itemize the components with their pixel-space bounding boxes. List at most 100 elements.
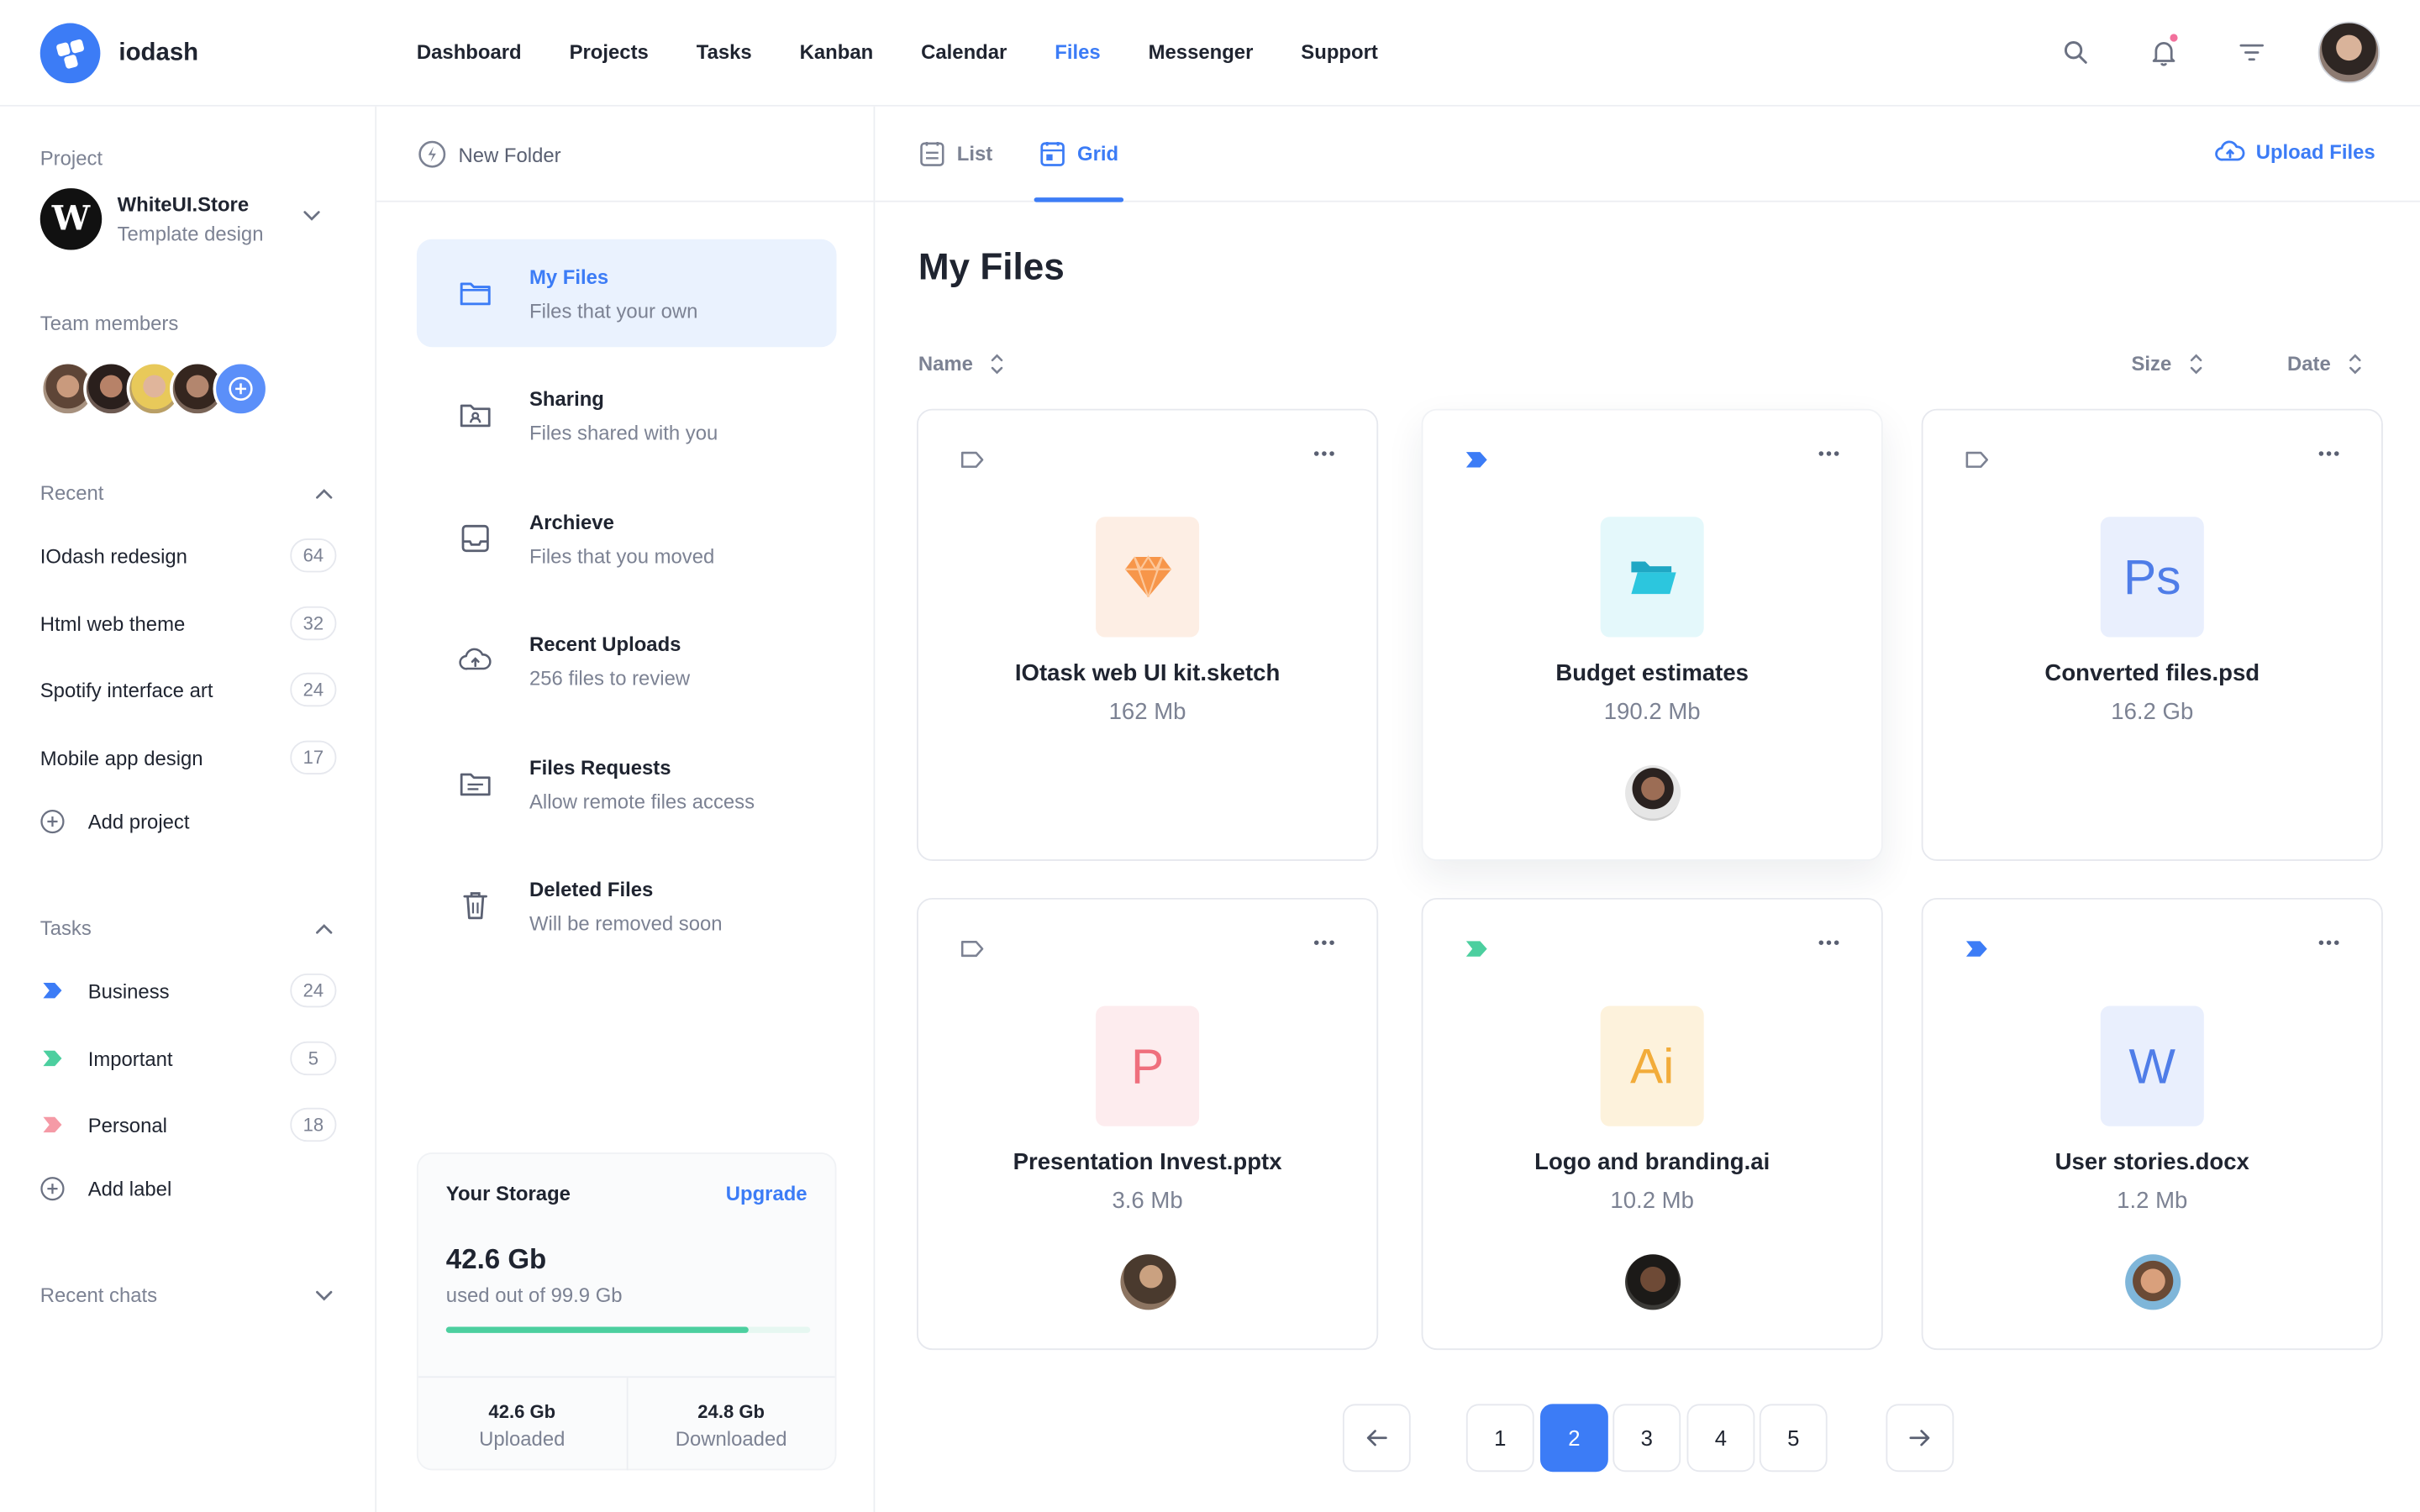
nav-tasks[interactable]: Tasks xyxy=(697,40,752,64)
folders-panel: New Folder My Files Files that your own S… xyxy=(376,106,876,1512)
label-tag-icon[interactable] xyxy=(1965,940,1989,958)
file-card[interactable]: P Presentation Invest.pptx 3.6 Mb xyxy=(916,897,1379,1351)
add-member-button[interactable] xyxy=(213,360,269,417)
more-options-icon[interactable] xyxy=(2318,940,2340,946)
owner-avatar[interactable] xyxy=(2125,1254,2181,1310)
recent-chats-label: Recent chats xyxy=(39,1284,158,1307)
file-card[interactable]: Budget estimates 190.2 Mb xyxy=(1421,408,1883,861)
more-options-icon[interactable] xyxy=(1313,450,1335,456)
recent-label: Recent xyxy=(39,481,104,505)
project-selector[interactable]: W WhiteUI.Store Template design xyxy=(39,188,334,250)
tab-grid[interactable]: Grid xyxy=(1040,140,1118,166)
project-name: WhiteUI.Store xyxy=(117,192,250,217)
nav-dashboard[interactable]: Dashboard xyxy=(417,40,522,64)
page-button[interactable]: 4 xyxy=(1686,1404,1755,1473)
recent-item[interactable]: Spotify interface art 24 xyxy=(39,672,337,707)
label-tag-icon[interactable] xyxy=(1965,450,1989,469)
page-button[interactable]: 1 xyxy=(1465,1404,1534,1473)
owner-avatar[interactable] xyxy=(1625,1254,1681,1310)
label-tag-icon[interactable] xyxy=(1465,450,1489,469)
task-item-important[interactable]: Important 5 xyxy=(40,1041,337,1076)
folder-deleted-files[interactable]: Deleted Files Will be removed soon xyxy=(417,852,837,960)
chevron-down-icon[interactable] xyxy=(302,210,321,223)
logo[interactable]: iodash xyxy=(39,23,199,84)
file-card[interactable]: Ai Logo and branding.ai 10.2 Mb xyxy=(1421,897,1883,1351)
filter-icon[interactable] xyxy=(2235,35,2269,69)
project-label: Project xyxy=(39,146,103,171)
recent-item[interactable]: IOdash redesign 64 xyxy=(40,538,337,573)
nav-messenger[interactable]: Messenger xyxy=(1149,40,1254,64)
label-tag-icon xyxy=(43,1050,62,1067)
folder-recent-uploads[interactable]: Recent Uploads 256 files to review xyxy=(417,606,837,715)
owner-avatar[interactable] xyxy=(1625,765,1681,822)
nav-support[interactable]: Support xyxy=(1301,40,1378,64)
recent-item[interactable]: Html web theme 32 xyxy=(40,606,337,641)
recent-chats-header[interactable]: Recent chats xyxy=(40,1284,334,1307)
search-icon[interactable] xyxy=(2059,35,2092,69)
top-bar: iodash Dashboard Projects Tasks Kanban C… xyxy=(0,0,2420,107)
more-options-icon[interactable] xyxy=(2318,450,2340,456)
user-avatar[interactable] xyxy=(2317,21,2381,84)
page-button[interactable]: 5 xyxy=(1759,1404,1828,1473)
photoshop-file-icon: Ps xyxy=(2100,517,2204,638)
plus-circle-icon xyxy=(229,376,253,401)
more-options-icon[interactable] xyxy=(1313,940,1335,946)
folder-sharing[interactable]: Sharing Files shared with you xyxy=(417,361,837,470)
upload-files-button[interactable]: Upload Files xyxy=(2214,140,2375,164)
new-folder-button[interactable]: New Folder xyxy=(418,140,561,168)
file-name: Converted files.psd xyxy=(2044,660,2260,687)
view-toolbar: List Grid Upload Files xyxy=(875,107,2420,202)
sort-by-size[interactable]: Size xyxy=(2131,352,2202,375)
team-label: Team members xyxy=(39,312,179,335)
chevron-up-icon xyxy=(316,488,333,498)
sort-by-name[interactable]: Name xyxy=(918,352,1004,375)
label-tag-icon[interactable] xyxy=(960,450,984,469)
recent-item-label: Spotify interface art xyxy=(39,678,213,701)
upgrade-link[interactable]: Upgrade xyxy=(726,1182,808,1205)
recent-item[interactable]: Mobile app design 17 xyxy=(40,740,337,775)
file-card[interactable]: W User stories.docx 1.2 Mb xyxy=(1921,897,2383,1351)
more-options-icon[interactable] xyxy=(1818,940,1840,946)
nav-files[interactable]: Files xyxy=(1055,40,1100,64)
task-item-personal[interactable]: Personal 18 xyxy=(40,1107,337,1142)
upload-files-label: Upload Files xyxy=(2255,140,2375,164)
storage-title: Your Storage xyxy=(445,1181,571,1205)
folder-title: Deleted Files xyxy=(529,877,654,900)
more-options-icon[interactable] xyxy=(1818,450,1840,456)
nav-calendar[interactable]: Calendar xyxy=(921,40,1007,64)
tasks-header[interactable]: Tasks xyxy=(40,916,334,940)
recent-header[interactable]: Recent xyxy=(40,481,334,505)
powerpoint-file-icon: P xyxy=(1096,1005,1200,1126)
add-project-button[interactable]: Add project xyxy=(40,808,337,834)
file-size: 162 Mb xyxy=(1108,699,1186,726)
chevron-up-icon xyxy=(316,923,333,933)
next-page-button[interactable] xyxy=(1886,1404,1954,1473)
folder-archive[interactable]: Archieve Files that you moved xyxy=(417,485,837,593)
add-label-button[interactable]: Add label xyxy=(40,1176,337,1202)
folder-file-requests[interactable]: Files Requests Allow remote files access xyxy=(417,730,837,838)
page-button[interactable]: 3 xyxy=(1612,1404,1681,1473)
storage-progress-bar xyxy=(445,1326,811,1333)
uploaded-value: 42.6 Gb xyxy=(488,1400,556,1423)
task-item-business[interactable]: Business 24 xyxy=(40,973,337,1008)
label-tag-icon[interactable] xyxy=(1465,940,1489,958)
folder-title: Archieve xyxy=(529,510,614,533)
word-file-icon: W xyxy=(2100,1005,2204,1126)
file-card[interactable]: Ps Converted files.psd 16.2 Gb xyxy=(1921,408,2383,861)
chevron-down-icon xyxy=(316,1289,333,1300)
sidebar: Project W WhiteUI.Store Template design … xyxy=(0,106,377,1512)
nav-kanban[interactable]: Kanban xyxy=(800,40,874,64)
label-tag-icon[interactable] xyxy=(960,940,984,958)
tab-list[interactable]: List xyxy=(920,140,992,166)
file-card[interactable]: IOtask web UI kit.sketch 162 Mb xyxy=(916,408,1379,861)
sort-by-date[interactable]: Date xyxy=(2287,352,2362,375)
app-name: iodash xyxy=(118,39,199,66)
owner-avatar[interactable] xyxy=(1120,1254,1176,1310)
folder-my-files[interactable]: My Files Files that your own xyxy=(416,239,837,348)
folder-icon xyxy=(460,282,491,306)
prev-page-button[interactable] xyxy=(1342,1404,1411,1473)
bell-icon[interactable] xyxy=(2147,34,2181,69)
page-button-active[interactable]: 2 xyxy=(1540,1404,1608,1473)
main-nav: Dashboard Projects Tasks Kanban Calendar… xyxy=(417,40,1426,64)
nav-projects[interactable]: Projects xyxy=(570,40,649,64)
